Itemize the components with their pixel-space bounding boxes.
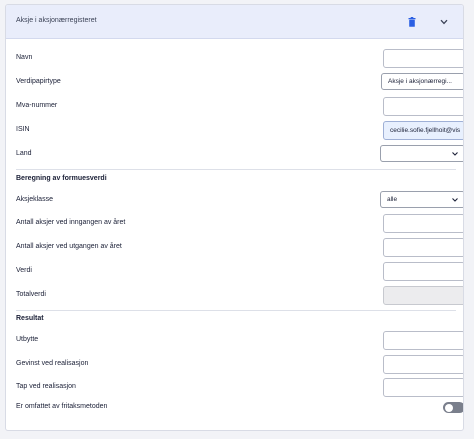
isin-input[interactable]: cecilie.sofie.fjellhoit@vis xyxy=(383,121,463,140)
card-header[interactable]: Aksje i aksjonærregisteret xyxy=(6,5,463,39)
utbytte-input[interactable] xyxy=(383,331,463,350)
row-antall-utgang: Antall aksjer ved utgangen av året xyxy=(16,238,463,258)
row-fritak: Er omfattet av fritaksmetoden xyxy=(16,401,463,421)
verdi-input[interactable] xyxy=(383,262,463,281)
utbytte-label: Utbytte xyxy=(16,336,39,343)
resultat-heading-row: Resultat xyxy=(16,310,456,330)
row-aksjeklasse: Aksjeklasse alle xyxy=(16,191,463,211)
isin-label: ISIN xyxy=(16,126,30,133)
row-utbytte: Utbytte xyxy=(16,331,463,351)
chevron-down-icon xyxy=(452,198,458,202)
row-tap: Tap ved realisasjon xyxy=(16,378,463,398)
land-label: Land xyxy=(16,150,32,157)
trash-icon[interactable] xyxy=(406,16,418,28)
antall-inngang-input[interactable] xyxy=(383,214,463,233)
antall-utgang-label: Antall aksjer ved utgangen av året xyxy=(16,243,122,250)
aksjeklasse-select[interactable]: alle xyxy=(380,191,463,208)
gevinst-label: Gevinst ved realisasjon xyxy=(16,360,89,367)
verdipapirtype-select[interactable]: Aksje i aksjonærregi... xyxy=(381,73,463,90)
antall-utgang-input[interactable] xyxy=(383,238,463,257)
mva-label: Mva-nummer xyxy=(16,102,58,109)
fritak-toggle[interactable] xyxy=(443,402,463,413)
chevron-down-icon xyxy=(452,152,458,156)
row-mva: Mva-nummer xyxy=(16,97,463,117)
tap-label: Tap ved realisasjon xyxy=(16,383,76,390)
row-land: Land xyxy=(16,145,463,165)
tap-input[interactable] xyxy=(383,378,463,397)
beregning-heading: Beregning av formuesverdi xyxy=(16,175,107,182)
totalverdi-label: Totalverdi xyxy=(16,291,46,298)
fritak-label: Er omfattet av fritaksmetoden xyxy=(16,403,108,410)
land-select[interactable] xyxy=(380,145,463,162)
mva-input[interactable] xyxy=(383,97,463,116)
antall-inngang-label: Antall aksjer ved inngangen av året xyxy=(16,219,126,226)
chevron-down-icon[interactable] xyxy=(438,16,450,28)
row-isin: ISIN cecilie.sofie.fjellhoit@vis xyxy=(16,121,463,141)
verdipapirtype-value: Aksje i aksjonærregi... xyxy=(388,78,452,85)
navn-input[interactable] xyxy=(383,49,463,68)
totalverdi-input xyxy=(383,286,463,305)
row-navn: Navn xyxy=(16,49,463,69)
row-gevinst: Gevinst ved realisasjon xyxy=(16,355,463,375)
verdipapirtype-label: Verdipapirtype xyxy=(16,78,61,85)
aksjeklasse-label: Aksjeklasse xyxy=(16,196,53,203)
aksjeklasse-value: alle xyxy=(387,196,398,203)
beregning-heading-row: Beregning av formuesverdi xyxy=(16,170,456,190)
verdi-label: Verdi xyxy=(16,267,32,274)
row-antall-inngang: Antall aksjer ved inngangen av året xyxy=(16,214,463,234)
resultat-heading: Resultat xyxy=(16,315,44,322)
navn-label: Navn xyxy=(16,54,33,61)
row-verdi: Verdi xyxy=(16,262,463,282)
stock-card: Aksje i aksjonærregisteret Navn Verdipap… xyxy=(5,4,464,431)
row-totalverdi: Totalverdi xyxy=(16,286,463,306)
row-verdipapirtype: Verdipapirtype Aksje i aksjonærregi... xyxy=(16,73,463,93)
gevinst-input[interactable] xyxy=(383,355,463,374)
card-title: Aksje i aksjonærregisteret xyxy=(16,17,97,24)
toggle-knob xyxy=(445,403,453,412)
